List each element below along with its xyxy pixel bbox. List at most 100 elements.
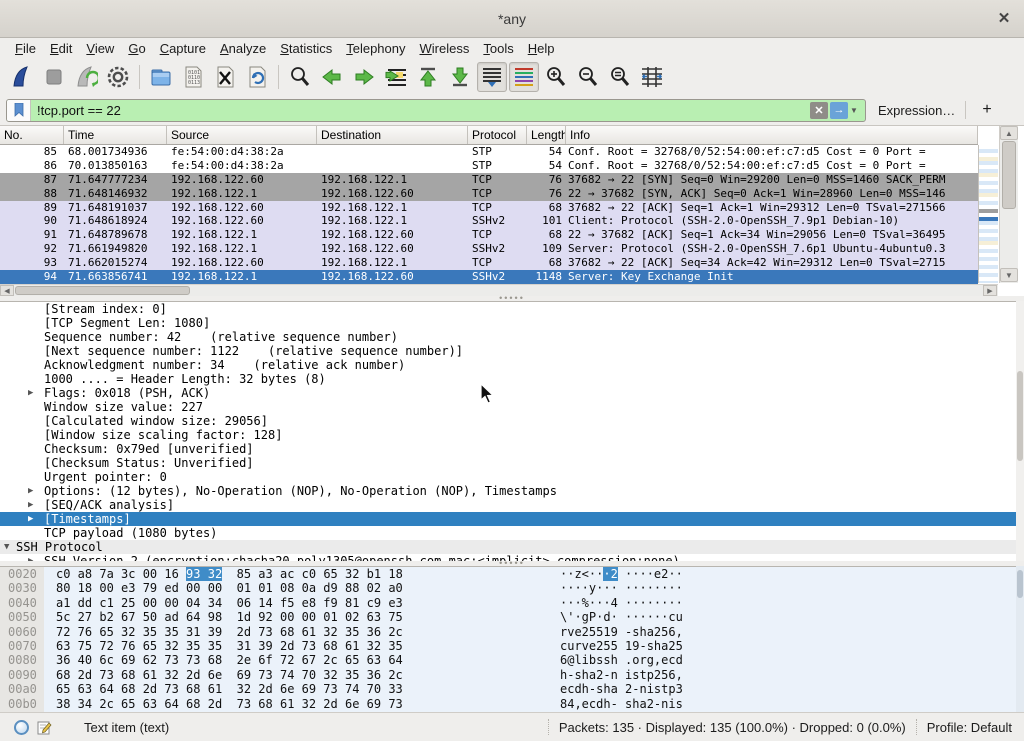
filter-clear-button[interactable]: ✕	[810, 102, 828, 119]
expand-icon[interactable]: ▶	[28, 484, 33, 498]
ascii-bytes[interactable]: \'·gP·d· ······cu	[560, 610, 683, 624]
hex-row-00a0[interactable]: 00a065 63 64 68 2d 73 68 61 32 2d 6e 69 …	[0, 682, 1024, 696]
menu-item-edit[interactable]: Edit	[43, 39, 79, 58]
hex-bytes[interactable]: 38 34 2c 65 63 64 68 2d 73 68 61 32 2d 6…	[56, 697, 403, 711]
open-file-button[interactable]	[146, 62, 176, 92]
detail-tree-item[interactable]: [Next sequence number: 1122 (relative se…	[0, 344, 1024, 358]
menu-item-file[interactable]: File	[8, 39, 43, 58]
start-capture-button[interactable]	[7, 62, 37, 92]
detail-tree-item[interactable]: Acknowledgment number: 34 (relative ack …	[0, 358, 1024, 372]
detail-tree-item[interactable]: Window size value: 227	[0, 400, 1024, 414]
scrollbar-thumb[interactable]	[1017, 371, 1023, 461]
detail-tree-item[interactable]: ▶Flags: 0x018 (PSH, ACK)	[0, 386, 1024, 400]
ascii-bytes[interactable]: ecdh-sha 2-nistp3	[560, 682, 683, 696]
detail-tree-item[interactable]: TCP payload (1080 bytes)	[0, 526, 1024, 540]
add-filter-button[interactable]: +	[976, 101, 997, 119]
detail-tree-item[interactable]: 1000 .... = Header Length: 32 bytes (8)	[0, 372, 1024, 386]
collapse-icon[interactable]: ▼	[4, 540, 9, 554]
hex-row-0020[interactable]: 0020c0 a8 7a 3c 00 16 93 32 85 a3 ac c0 …	[0, 567, 1024, 581]
go-to-packet-button[interactable]	[381, 62, 411, 92]
menu-item-capture[interactable]: Capture	[153, 39, 213, 58]
hex-selected-bytes[interactable]: 93 32	[186, 567, 222, 581]
close-file-button[interactable]	[210, 62, 240, 92]
menu-item-help[interactable]: Help	[521, 39, 562, 58]
packet-row-91[interactable]: 9171.648789678192.168.122.1192.168.122.6…	[0, 228, 978, 242]
hex-row-0050[interactable]: 00505c 27 b2 67 50 ad 64 98 1d 92 00 00 …	[0, 610, 1024, 624]
go-forward-button[interactable]	[349, 62, 379, 92]
save-file-button[interactable]: 010101100113	[178, 62, 208, 92]
detail-tree-item[interactable]: [Window size scaling factor: 128]	[0, 428, 1024, 442]
detail-tree-item[interactable]: ▶SSH Version 2 (encryption:chacha20-poly…	[0, 554, 1024, 561]
hex-row-0070[interactable]: 007063 75 72 76 65 32 35 35 31 39 2d 73 …	[0, 639, 1024, 653]
menu-item-analyze[interactable]: Analyze	[213, 39, 273, 58]
hex-row-0040[interactable]: 0040a1 dd c1 25 00 00 04 34 06 14 f5 e8 …	[0, 596, 1024, 610]
ascii-bytes[interactable]: h-sha2-n istp256,	[560, 668, 683, 682]
expand-icon[interactable]: ▶	[28, 498, 33, 512]
expression-button[interactable]: Expression…	[878, 103, 955, 118]
profile-status[interactable]: Profile: Default	[927, 720, 1024, 735]
packet-row-88[interactable]: 8871.648146932192.168.122.1192.168.122.6…	[0, 187, 978, 201]
bytes-vertical-scrollbar[interactable]	[1016, 566, 1024, 712]
expand-icon[interactable]: ▶	[28, 386, 33, 400]
go-last-button[interactable]	[445, 62, 475, 92]
detail-tree-item[interactable]: [Stream index: 0]	[0, 302, 1024, 316]
scroll-down-icon[interactable]: ▼	[1000, 268, 1018, 282]
resize-columns-button[interactable]	[637, 62, 667, 92]
column-header-source[interactable]: Source	[167, 126, 317, 144]
ascii-bytes[interactable]: 84,ecdh- sha2-nis	[560, 697, 683, 711]
packet-row-90[interactable]: 9071.648618924192.168.122.60192.168.122.…	[0, 214, 978, 228]
hex-row-0030[interactable]: 003080 18 00 e3 79 ed 00 00 01 01 08 0a …	[0, 581, 1024, 595]
ascii-bytes[interactable]: ····y··· ········	[560, 581, 683, 595]
packet-row-87[interactable]: 8771.647777234192.168.122.60192.168.122.…	[0, 173, 978, 187]
detail-tree-item[interactable]: ▶[SEQ/ACK analysis]	[0, 498, 1024, 512]
detail-tree-item[interactable]: [TCP Segment Len: 1080]	[0, 316, 1024, 330]
menu-item-wireless[interactable]: Wireless	[413, 39, 477, 58]
column-header-info[interactable]: Info	[566, 126, 978, 144]
scroll-right-icon[interactable]: ▶	[983, 285, 997, 296]
filter-apply-button[interactable]: →	[830, 102, 848, 119]
hex-bytes[interactable]: c0 a8 7a 3c 00 16 93 32 85 a3 ac c0 65 3…	[56, 567, 403, 581]
capture-options-button[interactable]	[103, 62, 133, 92]
packet-row-92[interactable]: 9271.661949820192.168.122.1192.168.122.6…	[0, 242, 978, 256]
hex-row-00b0[interactable]: 00b038 34 2c 65 63 64 68 2d 73 68 61 32 …	[0, 697, 1024, 711]
column-header-protocol[interactable]: Protocol	[468, 126, 527, 144]
packet-list-vertical-scrollbar[interactable]: ▲ ▼	[999, 126, 1018, 283]
find-packet-button[interactable]	[285, 62, 315, 92]
column-header-length[interactable]: Length	[527, 126, 566, 144]
detail-tree-item[interactable]: ▶Options: (12 bytes), No-Operation (NOP)…	[0, 484, 1024, 498]
capture-comment-icon[interactable]	[37, 720, 52, 735]
detail-tree-item[interactable]: [Calculated window size: 29056]	[0, 414, 1024, 428]
packet-row-85[interactable]: 8568.001734936fe:54:00:d4:38:2aSTP54Conf…	[0, 145, 978, 159]
scroll-left-icon[interactable]: ◀	[0, 285, 14, 296]
scrollbar-thumb[interactable]	[1017, 570, 1023, 598]
packet-row-89[interactable]: 8971.648191037192.168.122.60192.168.122.…	[0, 201, 978, 215]
packet-row-94[interactable]: 9471.663856741192.168.122.1192.168.122.6…	[0, 270, 978, 284]
ascii-bytes[interactable]: curve255 19-sha25	[560, 639, 683, 653]
detail-tree-item[interactable]: [Checksum Status: Unverified]	[0, 456, 1024, 470]
column-header-no[interactable]: No.	[0, 126, 64, 144]
hex-bytes[interactable]: a1 dd c1 25 00 00 04 34 06 14 f5 e8 f9 8…	[56, 596, 403, 610]
detail-tree-item[interactable]: Urgent pointer: 0	[0, 470, 1024, 484]
detail-tree-item[interactable]: ▶[Timestamps]	[0, 512, 1024, 526]
hex-row-0080[interactable]: 008036 40 6c 69 62 73 73 68 2e 6f 72 67 …	[0, 653, 1024, 667]
expand-icon[interactable]: ▶	[28, 512, 33, 526]
packet-row-93[interactable]: 9371.662015274192.168.122.60192.168.122.…	[0, 256, 978, 270]
display-filter-input[interactable]	[31, 103, 810, 118]
go-back-button[interactable]	[317, 62, 347, 92]
packet-row-86[interactable]: 8670.013850163fe:54:00:d4:38:2aSTP54Conf…	[0, 159, 978, 173]
zoom-out-button[interactable]	[573, 62, 603, 92]
menu-item-go[interactable]: Go	[121, 39, 152, 58]
hex-bytes[interactable]: 5c 27 b2 67 50 ad 64 98 1d 92 00 00 01 0…	[56, 610, 403, 624]
auto-scroll-button[interactable]	[477, 62, 507, 92]
hex-bytes[interactable]: 72 76 65 32 35 35 31 39 2d 73 68 61 32 3…	[56, 625, 403, 639]
detail-tree-item[interactable]: Sequence number: 42 (relative sequence n…	[0, 330, 1024, 344]
ascii-bytes[interactable]: ···%···4 ········	[560, 596, 683, 610]
zoom-reset-button[interactable]	[605, 62, 635, 92]
ascii-bytes[interactable]: 6@libssh .org,ecd	[560, 653, 683, 667]
detail-tree-item[interactable]: Checksum: 0x79ed [unverified]	[0, 442, 1024, 456]
filter-history-dropdown-icon[interactable]: ▼	[850, 106, 862, 115]
expert-info-icon[interactable]	[14, 720, 29, 735]
details-vertical-scrollbar[interactable]	[1016, 301, 1024, 561]
hex-row-0090[interactable]: 009068 2d 73 68 61 32 2d 6e 69 73 74 70 …	[0, 668, 1024, 682]
close-icon[interactable]: ✕	[994, 9, 1014, 29]
